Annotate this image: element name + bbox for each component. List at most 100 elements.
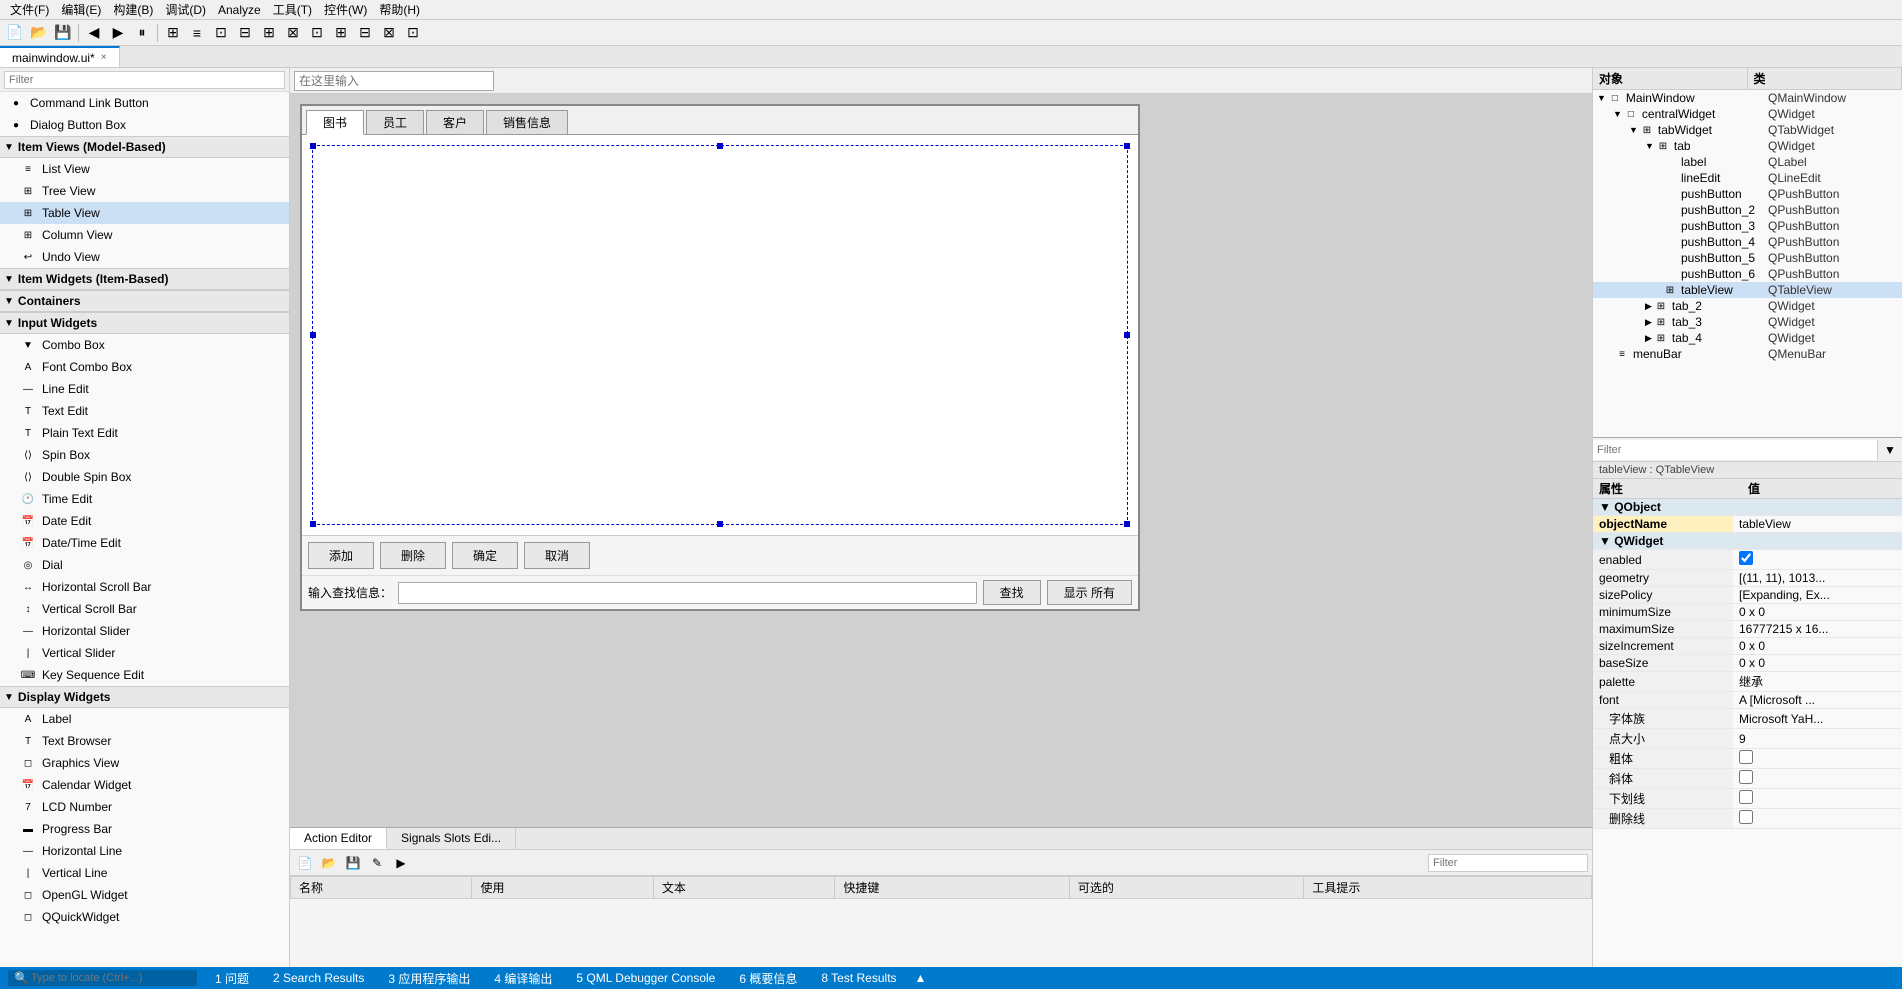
canvas-tab-2[interactable]: 客户 — [426, 110, 484, 134]
sidebar-item-vertical-scroll-bar[interactable]: ↕Vertical Scroll Bar — [0, 598, 289, 620]
file-tab-close[interactable]: × — [101, 52, 107, 63]
tree-item-tableView[interactable]: ⊞tableViewQTableView — [1593, 282, 1902, 298]
sidebar-item-qquickwidget[interactable]: ◻QQuickWidget — [0, 906, 289, 928]
tree-item-pushButton_2[interactable]: pushButton_2QPushButton — [1593, 202, 1902, 218]
toolbar-btn-5[interactable]: ≡ — [186, 22, 208, 44]
tree-item-tab_3[interactable]: ▶⊞tab_3QWidget — [1593, 314, 1902, 330]
sidebar-item-date-edit[interactable]: 📅Date Edit — [0, 510, 289, 532]
tree-item-tab_2[interactable]: ▶⊞tab_2QWidget — [1593, 298, 1902, 314]
prop-checkbox-粗体[interactable] — [1739, 750, 1753, 764]
handle-tc[interactable] — [717, 143, 723, 149]
sidebar-item-progress-bar[interactable]: ▬Progress Bar — [0, 818, 289, 840]
sidebar-item-text-edit[interactable]: TText Edit — [0, 400, 289, 422]
sidebar-item-command-link-button[interactable]: ●Command Link Button — [0, 92, 289, 114]
canvas-btn-确定[interactable]: 确定 — [452, 542, 518, 569]
sidebar-item-graphics-view[interactable]: ◻Graphics View — [0, 752, 289, 774]
bottom-open-btn[interactable]: 📂 — [318, 852, 340, 874]
toolbar-btn-11[interactable]: ⊞ — [330, 22, 352, 44]
status-item-7[interactable]: 8 Test Results — [815, 971, 902, 985]
status-item-3[interactable]: 3 应用程序输出 — [382, 970, 476, 987]
sidebar-item-line-edit[interactable]: —Line Edit — [0, 378, 289, 400]
sidebar-category-input-widgets-header[interactable]: ▼Input Widgets — [0, 312, 289, 334]
handle-bc[interactable] — [717, 521, 723, 527]
prop-val-cell-baseSize[interactable]: 0 x 0 — [1733, 655, 1902, 672]
sidebar-item-spin-box[interactable]: ⟨⟩Spin Box — [0, 444, 289, 466]
sidebar-item-column-view[interactable]: ⊞Column View — [0, 224, 289, 246]
toolbar-btn-3[interactable]: ⏸ — [131, 22, 153, 44]
bottom-tab-0[interactable]: Action Editor — [290, 828, 387, 849]
sidebar-item-dial[interactable]: ◎Dial — [0, 554, 289, 576]
menu-edit[interactable]: 编辑(E) — [55, 1, 107, 18]
sidebar-item-dialog-button-box[interactable]: ●Dialog Button Box — [0, 114, 289, 136]
sidebar-item-plain-text-edit[interactable]: TPlain Text Edit — [0, 422, 289, 444]
canvas-btn-删除[interactable]: 删除 — [380, 542, 446, 569]
prop-val-cell-geometry[interactable]: [(11, 11), 1013... — [1733, 570, 1902, 587]
canvas-tab-1[interactable]: 员工 — [366, 110, 424, 134]
prop-checkbox-enabled[interactable] — [1739, 551, 1753, 565]
bottom-new-btn[interactable]: 📄 — [294, 852, 316, 874]
menu-controls[interactable]: 控件(W) — [318, 1, 373, 18]
sidebar-item-key-sequence-edit[interactable]: ⌨Key Sequence Edit — [0, 664, 289, 686]
prop-val-cell-objectName[interactable]: tableView — [1733, 516, 1902, 533]
toolbar-btn-10[interactable]: ⊡ — [306, 22, 328, 44]
prop-checkbox-下划线[interactable] — [1739, 790, 1753, 804]
toolbar-btn-9[interactable]: ⊠ — [282, 22, 304, 44]
toolbar-btn-8[interactable]: ⊞ — [258, 22, 280, 44]
status-item-6[interactable]: 6 概要信息 — [733, 970, 803, 987]
search-button[interactable]: 查找 — [983, 580, 1041, 605]
prop-val-cell-sizeIncrement[interactable]: 0 x 0 — [1733, 638, 1902, 655]
toolbar-btn-1[interactable]: ◀ — [83, 22, 105, 44]
status-item-2[interactable]: 2 Search Results — [267, 971, 370, 985]
sidebar-item-table-view[interactable]: ⊞Table View — [0, 202, 289, 224]
tree-item-tabWidget[interactable]: ▼⊞tabWidgetQTabWidget — [1593, 122, 1902, 138]
handle-ml[interactable] — [310, 332, 316, 338]
prop-checkbox-删除线[interactable] — [1739, 810, 1753, 824]
sidebar-item-tree-view[interactable]: ⊞Tree View — [0, 180, 289, 202]
canvas-btn-添加[interactable]: 添加 — [308, 542, 374, 569]
sidebar-item-lcd-number[interactable]: 7LCD Number — [0, 796, 289, 818]
bottom-play-btn[interactable]: ▶ — [390, 852, 412, 874]
toolbar-btn-6[interactable]: ⊡ — [210, 22, 232, 44]
canvas-tab-3[interactable]: 销售信息 — [486, 110, 568, 134]
canvas-filter-input[interactable] — [294, 71, 494, 91]
tree-item-centralWidget[interactable]: ▼□centralWidgetQWidget — [1593, 106, 1902, 122]
toolbar-btn-12[interactable]: ⊟ — [354, 22, 376, 44]
menu-analyze[interactable]: Analyze — [212, 3, 267, 17]
sidebar-filter-input[interactable] — [4, 71, 285, 89]
sidebar-category-item-widgets-header[interactable]: ▼Item Widgets (Item-Based) — [0, 268, 289, 290]
tree-item-label[interactable]: labelQLabel — [1593, 154, 1902, 170]
status-arrow[interactable]: ▲ — [915, 971, 927, 985]
sidebar-item-double-spin-box[interactable]: ⟨⟩Double Spin Box — [0, 466, 289, 488]
sidebar-item-horizontal-line[interactable]: —Horizontal Line — [0, 840, 289, 862]
bottom-save-btn[interactable]: 💾 — [342, 852, 364, 874]
tree-item-MainWindow[interactable]: ▼□MainWindowQMainWindow — [1593, 90, 1902, 106]
prop-val-cell-minimumSize[interactable]: 0 x 0 — [1733, 604, 1902, 621]
prop-val-cell-maximumSize[interactable]: 16777215 x 16... — [1733, 621, 1902, 638]
toolbar-btn-4[interactable]: ⊞ — [162, 22, 184, 44]
status-item-4[interactable]: 4 编译输出 — [488, 970, 558, 987]
properties-filter-btn[interactable]: ▼ — [1878, 439, 1902, 461]
properties-filter-input[interactable] — [1593, 440, 1878, 460]
prop-val-cell-字体族[interactable]: Microsoft YaH... — [1733, 709, 1902, 729]
menu-build[interactable]: 构建(B) — [107, 1, 159, 18]
bottom-filter-input[interactable] — [1428, 854, 1588, 872]
prop-val-cell-palette[interactable]: 继承 — [1733, 672, 1902, 692]
toolbar-btn-13[interactable]: ⊠ — [378, 22, 400, 44]
canvas-tab-0[interactable]: 图书 — [306, 110, 364, 135]
file-tab[interactable]: mainwindow.ui* × — [0, 46, 120, 67]
prop-checkbox-斜体[interactable] — [1739, 770, 1753, 784]
prop-val-cell-enabled[interactable] — [1733, 550, 1902, 570]
show-all-button[interactable]: 显示 所有 — [1047, 580, 1132, 605]
locate-input[interactable] — [31, 972, 191, 984]
tree-item-pushButton_4[interactable]: pushButton_4QPushButton — [1593, 234, 1902, 250]
tree-item-tab[interactable]: ▼⊞tabQWidget — [1593, 138, 1902, 154]
sidebar-item-opengl-widget[interactable]: ◻OpenGL Widget — [0, 884, 289, 906]
status-item-5[interactable]: 5 QML Debugger Console — [570, 971, 721, 985]
sidebar-item-undo-view[interactable]: ↩Undo View — [0, 246, 289, 268]
menu-help[interactable]: 帮助(H) — [373, 1, 426, 18]
menu-file[interactable]: 文件(F) — [4, 1, 55, 18]
handle-mr[interactable] — [1124, 332, 1130, 338]
tree-item-pushButton_5[interactable]: pushButton_5QPushButton — [1593, 250, 1902, 266]
sidebar-item-horizontal-slider[interactable]: —Horizontal Slider — [0, 620, 289, 642]
sidebar-item-vertical-slider[interactable]: |Vertical Slider — [0, 642, 289, 664]
